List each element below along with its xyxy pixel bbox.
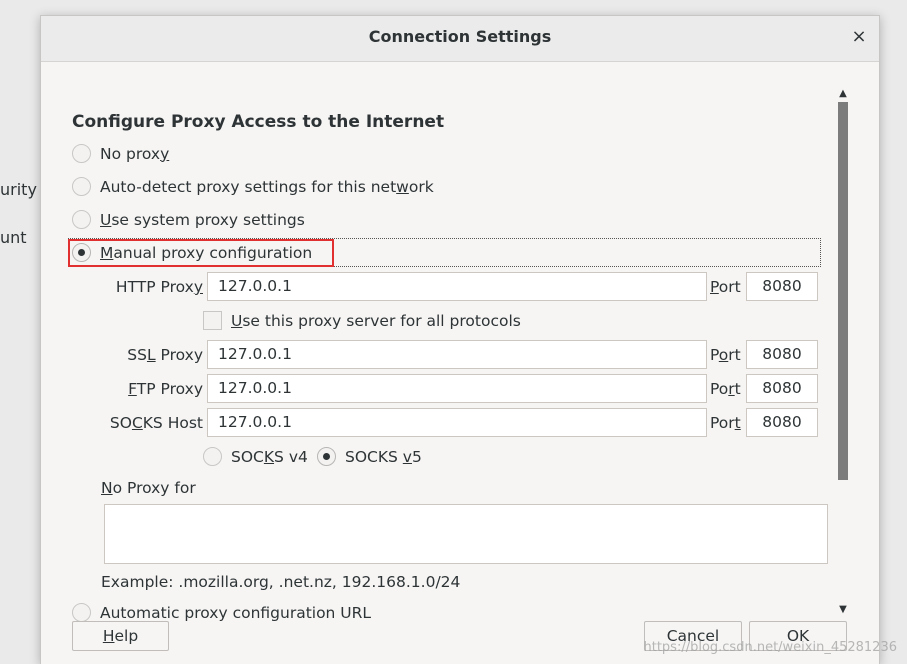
radio-auto-detect[interactable]: Auto-detect proxy settings for this netw… — [72, 177, 434, 196]
scroll-down-icon[interactable]: ▼ — [837, 604, 849, 616]
radio-button-checked[interactable] — [72, 243, 91, 262]
http-port-label: Port — [710, 278, 741, 296]
ssl-port-input[interactable]: 8080 — [746, 340, 818, 369]
radio-button[interactable] — [72, 177, 91, 196]
radio-button[interactable] — [72, 144, 91, 163]
radio-manual[interactable]: Manual proxy configuration — [72, 243, 312, 262]
radio-button[interactable] — [72, 603, 91, 622]
radio-label: Use system proxy settings — [100, 210, 305, 229]
use-for-all-checkbox[interactable] — [203, 311, 222, 330]
watermark: https://blog.csdn.net/weixin_45281236 — [643, 640, 897, 655]
socks-host-input[interactable]: 127.0.0.1 — [207, 408, 707, 437]
socks-port-label: Port — [710, 414, 741, 432]
radio-label: SOCKS v4 — [231, 447, 308, 466]
radio-no-proxy[interactable]: No proxy — [72, 144, 169, 163]
radio-label: No proxy — [100, 144, 170, 163]
radio-label: Auto-detect proxy settings for this netw… — [100, 177, 434, 196]
radio-auto-config-url[interactable]: Automatic proxy configuration URL — [72, 603, 371, 622]
dialog-content: Configure Proxy Access to the Internet N… — [41, 62, 879, 664]
help-button[interactable]: Help — [72, 621, 169, 651]
http-port-input[interactable]: 8080 — [746, 272, 818, 301]
ssl-proxy-label: SSL Proxy — [127, 346, 203, 364]
no-proxy-for-label: No Proxy for — [101, 479, 196, 497]
ftp-port-input[interactable]: 8080 — [746, 374, 818, 403]
socks-port-input[interactable]: 8080 — [746, 408, 818, 437]
scroll-thumb[interactable] — [838, 102, 848, 480]
radio-use-system[interactable]: Use system proxy settings — [72, 210, 305, 229]
http-proxy-input[interactable]: 127.0.0.1 — [207, 272, 707, 301]
radio-socks-v5[interactable]: SOCKS v5 — [317, 447, 422, 466]
ftp-proxy-label: FTP Proxy — [128, 380, 203, 398]
socks-host-label: SOCKS Host — [109, 414, 203, 432]
radio-label: SOCKS v5 — [345, 447, 422, 466]
ssl-port-label: Port — [710, 346, 741, 364]
radio-button-checked[interactable] — [317, 447, 336, 466]
connection-settings-dialog: Connection Settings × Configure Proxy Ac… — [40, 15, 880, 664]
radio-label: Manual proxy configuration — [100, 243, 313, 262]
ftp-proxy-input[interactable]: 127.0.0.1 — [207, 374, 707, 403]
scrollbar[interactable]: ▲ ▼ — [837, 88, 849, 618]
close-icon[interactable]: × — [849, 26, 869, 48]
dialog-titlebar: Connection Settings × — [41, 16, 879, 62]
section-heading: Configure Proxy Access to the Internet — [72, 112, 445, 132]
radio-button[interactable] — [72, 210, 91, 229]
background-text-security: urity — [0, 180, 37, 199]
no-proxy-for-textarea[interactable] — [104, 504, 828, 564]
background-text-account: unt — [0, 228, 27, 247]
radio-label: Automatic proxy configuration URL — [100, 603, 372, 622]
dialog-title: Connection Settings — [368, 27, 552, 46]
example-hint: Example: .mozilla.org, .net.nz, 192.168.… — [101, 573, 461, 591]
use-for-all-label: Use this proxy server for all protocols — [231, 312, 521, 330]
scroll-up-icon[interactable]: ▲ — [837, 88, 849, 100]
radio-button[interactable] — [203, 447, 222, 466]
http-proxy-label: HTTP Proxy — [115, 278, 203, 296]
ssl-proxy-input[interactable]: 127.0.0.1 — [207, 340, 707, 369]
ftp-port-label: Port — [710, 380, 741, 398]
radio-socks-v4[interactable]: SOCKS v4 — [203, 447, 308, 466]
